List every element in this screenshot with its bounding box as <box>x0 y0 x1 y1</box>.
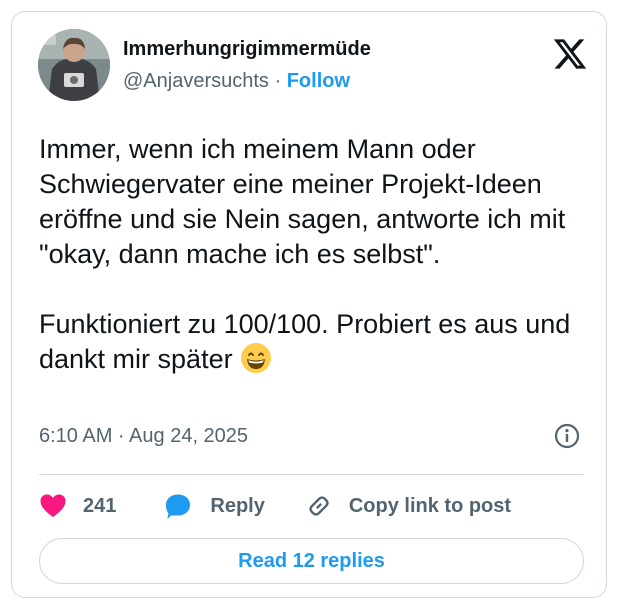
tweet-card: Immerhungrigimmermüde @Anjaversuchts · F… <box>11 11 607 598</box>
heart-icon <box>40 494 66 517</box>
author-display-name[interactable]: Immerhungrigimmermüde <box>123 38 371 61</box>
divider <box>39 474 584 475</box>
likes-count: 241 <box>83 494 117 517</box>
reply-button[interactable]: Reply <box>164 492 265 520</box>
grinning-face-icon <box>240 342 272 374</box>
tweet-body: Immer, wenn ich meinem Mann oder Schwieg… <box>39 134 571 374</box>
tweet-actions: 241 Reply Copy link to post <box>39 486 511 526</box>
author-handle[interactable]: @Anjaversuchts <box>123 70 269 92</box>
tweet-timestamp[interactable]: 6:10 AM · Aug 24, 2025 <box>39 425 248 448</box>
reply-label: Reply <box>210 494 265 517</box>
read-replies-button[interactable]: Read 12 replies <box>39 538 584 584</box>
author-handle-row: @Anjaversuchts · Follow <box>123 70 350 93</box>
x-logo-icon[interactable] <box>552 36 588 72</box>
reply-bubble-icon <box>166 494 191 519</box>
separator-dot: · <box>274 70 282 92</box>
follow-button[interactable]: Follow <box>287 70 350 92</box>
copy-link-button[interactable]: Copy link to post <box>305 492 511 520</box>
like-button[interactable]: 241 <box>39 493 116 519</box>
link-icon <box>309 496 329 516</box>
tweet-text: Immer, wenn ich meinem Mann oder Schwieg… <box>39 132 584 377</box>
avatar[interactable] <box>38 29 110 101</box>
info-icon[interactable] <box>553 422 581 450</box>
copy-link-label: Copy link to post <box>348 494 512 517</box>
